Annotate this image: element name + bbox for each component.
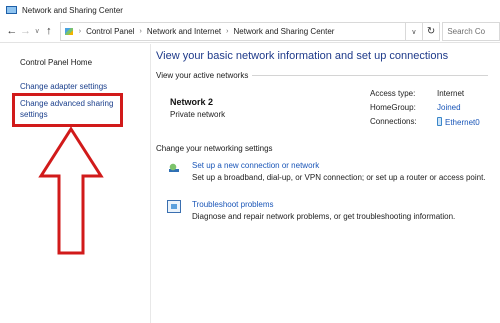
title-bar: Network and Sharing Center: [0, 0, 500, 20]
homegroup-joined-link[interactable]: Joined: [437, 103, 461, 112]
address-dropdown-chevron-icon[interactable]: ∨: [406, 22, 423, 41]
ethernet-icon: [437, 117, 442, 126]
access-type-value: Internet: [437, 89, 465, 98]
search-input[interactable]: Search Co: [442, 22, 500, 41]
control-panel-icon: [64, 27, 74, 36]
connections-label: Connections:: [370, 117, 417, 126]
troubleshoot-link[interactable]: Troubleshoot problems: [192, 200, 274, 209]
access-type-row: Access type: Internet: [370, 89, 464, 98]
active-networks-section-label: View your active networks: [156, 71, 489, 80]
breadcrumb-network-and-internet[interactable]: Network and Internet: [147, 27, 221, 36]
ethernet-connection-link[interactable]: Ethernet0: [437, 117, 480, 127]
homegroup-row: HomeGroup: Joined: [370, 103, 461, 112]
highlight-box: [12, 93, 123, 127]
window-title: Network and Sharing Center: [22, 5, 123, 15]
refresh-icon[interactable]: ↻: [422, 22, 441, 41]
breadcrumb-chevron-icon[interactable]: ›: [79, 28, 81, 35]
troubleshoot-description: Diagnose and repair network problems, or…: [192, 212, 456, 221]
breadcrumb-network-and-sharing-center[interactable]: Network and Sharing Center: [234, 27, 335, 36]
setup-connection-description: Set up a broadband, dial-up, or VPN conn…: [192, 173, 486, 182]
pointer-arrow-icon: [38, 126, 104, 255]
breadcrumb-chevron-icon[interactable]: ›: [140, 28, 142, 35]
breadcrumb-control-panel[interactable]: Control Panel: [86, 27, 134, 36]
breadcrumb-chevron-icon[interactable]: ›: [226, 28, 228, 35]
recent-locations-chevron-icon[interactable]: ∨: [32, 28, 42, 35]
troubleshoot-icon: [167, 200, 181, 213]
homegroup-label: HomeGroup:: [370, 103, 416, 112]
sidebar-item-control-panel-home[interactable]: Control Panel Home: [20, 57, 92, 68]
networking-settings-section-label: Change your networking settings: [156, 144, 273, 153]
forward-arrow-icon[interactable]: →: [19, 26, 33, 37]
main-panel: View your basic network information and …: [150, 44, 500, 323]
section-divider: [252, 75, 489, 77]
access-type-label: Access type:: [370, 89, 416, 98]
address-bar[interactable]: › Control Panel › Network and Internet ›…: [59, 22, 407, 41]
back-arrow-icon[interactable]: ←: [5, 26, 19, 37]
setup-connection-link[interactable]: Set up a new connection or network: [192, 161, 319, 170]
new-connection-icon: [167, 161, 181, 174]
page-title: View your basic network information and …: [156, 50, 449, 62]
navigation-bar: ← → ∨ ↑ › Control Panel › Network and In…: [0, 21, 500, 43]
ethernet-connection-label: Ethernet0: [445, 118, 480, 127]
sidebar-item-change-adapter-settings[interactable]: Change adapter settings: [20, 81, 107, 92]
network-type[interactable]: Private network: [170, 110, 225, 119]
up-arrow-icon[interactable]: ↑: [42, 26, 56, 37]
network-name: Network 2: [170, 97, 214, 107]
network-center-icon: [6, 5, 17, 15]
connections-row: Connections: Ethernet0: [370, 117, 480, 127]
